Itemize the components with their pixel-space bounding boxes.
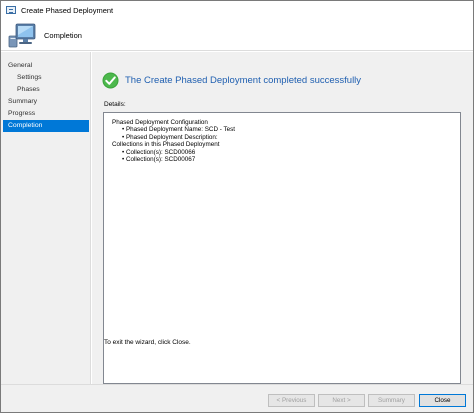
sidebar-item-progress[interactable]: Progress bbox=[1, 108, 90, 120]
wizard-window: Create Phased Deployment Completion Gene… bbox=[0, 0, 474, 413]
details-line: • Phased Deployment Name: SCD - Test bbox=[122, 126, 236, 134]
summary-button[interactable]: Summary bbox=[368, 394, 415, 407]
computer-monitor-icon bbox=[8, 23, 36, 48]
page-title: Completion bbox=[44, 31, 82, 40]
sidebar-item-phases[interactable]: Phases bbox=[1, 84, 90, 96]
details-line: Phased Deployment Configuration bbox=[112, 119, 208, 126]
sidebar-item-completion[interactable]: Completion bbox=[3, 120, 89, 132]
sidebar-item-general[interactable]: General bbox=[1, 60, 90, 72]
nav-list: General Settings Phases Summary Progress Comp… bbox=[1, 60, 90, 132]
title-bar[interactable]: Create Phased Deployment bbox=[1, 1, 473, 19]
details-line: • Collection(s): SCD00067 bbox=[122, 156, 196, 164]
exit-instructions: To exit the wizard, click Close. bbox=[104, 339, 191, 346]
next-button[interactable]: Next > bbox=[318, 394, 365, 407]
completion-panel: The Create Phased Deployment completed s… bbox=[92, 52, 473, 384]
sidebar-item-summary[interactable]: Summary bbox=[1, 96, 90, 108]
success-row: The Create Phased Deployment completed s… bbox=[102, 72, 361, 89]
details-lines: Phased Deployment Configuration • Phased … bbox=[112, 119, 452, 163]
details-line: • Collection(s): SCD00066 bbox=[122, 148, 196, 156]
success-message: The Create Phased Deployment completed s… bbox=[125, 75, 362, 86]
details-line: Collections in this Phased Deployment bbox=[112, 141, 220, 149]
details-line: • Phased Deployment Description: bbox=[122, 133, 218, 141]
previous-button[interactable]: < Previous bbox=[268, 394, 315, 407]
sidebar-item-settings[interactable]: Settings bbox=[1, 72, 90, 84]
close-button[interactable]: Close bbox=[419, 394, 466, 407]
wizard-window-icon bbox=[6, 6, 16, 14]
button-bar: < Previous Next > Summary Close bbox=[1, 384, 473, 412]
window-title: Create Phased Deployment bbox=[21, 5, 114, 15]
wizard-header: Completion bbox=[1, 19, 473, 51]
wizard-nav-sidebar: General Settings Phases Summary Progress Comp… bbox=[1, 52, 91, 384]
green-check-icon bbox=[102, 72, 119, 89]
details-label: Details: bbox=[104, 101, 126, 108]
